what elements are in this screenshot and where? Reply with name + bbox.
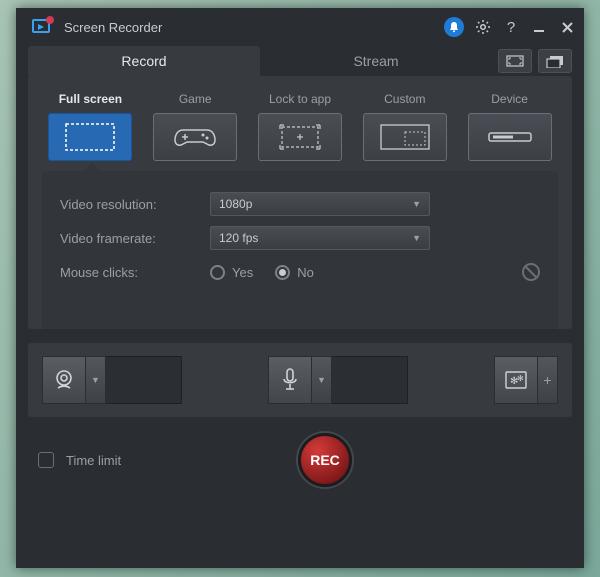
- titlebar: Screen Recorder ?: [16, 8, 584, 46]
- source-lock-to-app[interactable]: Lock to app: [252, 92, 349, 161]
- mic-button[interactable]: [268, 356, 312, 404]
- source-game[interactable]: Game: [147, 92, 244, 161]
- overlay-add[interactable]: +: [538, 356, 558, 404]
- settings-icon[interactable]: [474, 18, 492, 36]
- device-icon: [468, 113, 552, 161]
- webcam-group: ▼: [42, 356, 182, 404]
- record-button[interactable]: REC: [298, 433, 352, 487]
- framerate-label: Video framerate:: [60, 231, 210, 246]
- tab-stream[interactable]: Stream: [260, 46, 492, 76]
- webcam-preview: [106, 356, 182, 404]
- mic-dropdown[interactable]: ▼: [312, 356, 332, 404]
- source-device[interactable]: Device: [461, 92, 558, 161]
- title-actions: ?: [444, 17, 576, 37]
- toolbar: ▼ ▼ ✻✻ +: [28, 343, 572, 417]
- webcam-dropdown[interactable]: ▼: [86, 356, 106, 404]
- source-fullscreen[interactable]: Full screen: [42, 92, 139, 161]
- minimize-button[interactable]: [530, 18, 548, 36]
- framerate-select[interactable]: 120 fps: [210, 226, 430, 250]
- settings-area: Video resolution: 1080p Video framerate:…: [42, 171, 558, 329]
- time-limit-label: Time limit: [66, 453, 121, 468]
- notification-icon[interactable]: [444, 17, 464, 37]
- mouse-clicks-label: Mouse clicks:: [60, 265, 210, 280]
- time-limit-checkbox[interactable]: [38, 452, 54, 468]
- app-title: Screen Recorder: [64, 20, 444, 35]
- overlay-group: ✻✻ +: [494, 356, 558, 404]
- tab-record[interactable]: Record: [28, 46, 260, 76]
- help-icon[interactable]: ?: [502, 18, 520, 36]
- overlay-button[interactable]: ✻✻: [494, 356, 538, 404]
- record-panel: Full screen Game Lock to app Custom: [28, 76, 572, 329]
- mouse-clicks-yes[interactable]: Yes: [210, 265, 253, 280]
- svg-text:✻: ✻: [517, 374, 524, 383]
- disabled-icon: [522, 263, 540, 281]
- close-button[interactable]: [558, 18, 576, 36]
- lock-to-app-icon: [258, 113, 342, 161]
- footer: Time limit REC: [16, 417, 584, 487]
- resolution-label: Video resolution:: [60, 197, 210, 212]
- resolution-select[interactable]: 1080p: [210, 192, 430, 216]
- app-window: Screen Recorder ? Record Stream: [16, 8, 584, 568]
- fullscreen-preview-button[interactable]: [498, 49, 532, 73]
- mouse-clicks-no[interactable]: No: [275, 265, 314, 280]
- fullscreen-icon: [48, 113, 132, 161]
- custom-icon: [363, 113, 447, 161]
- mic-preview: [332, 356, 408, 404]
- source-custom[interactable]: Custom: [356, 92, 453, 161]
- app-icon: [30, 14, 56, 40]
- webcam-button[interactable]: [42, 356, 86, 404]
- tab-bar: Record Stream: [16, 46, 584, 76]
- game-icon: [153, 113, 237, 161]
- source-row: Full screen Game Lock to app Custom: [28, 76, 572, 171]
- mic-group: ▼: [268, 356, 408, 404]
- window-preview-button[interactable]: [538, 49, 572, 73]
